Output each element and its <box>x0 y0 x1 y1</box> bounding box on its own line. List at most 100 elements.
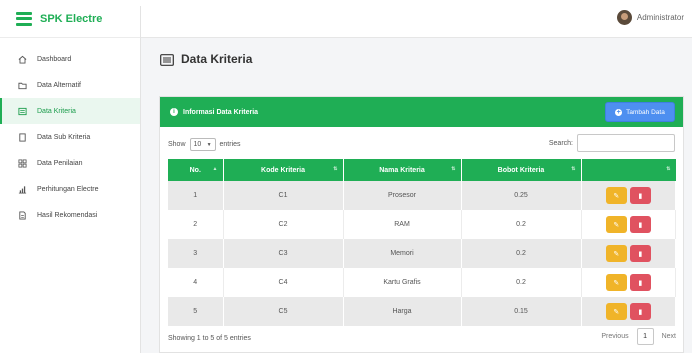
cell-nama: Prosesor <box>343 181 462 210</box>
edit-icon: ✎ <box>613 221 620 229</box>
table-controls: Show 10 ▼ entries Search: <box>160 127 683 157</box>
search-input[interactable] <box>577 134 675 152</box>
cell-bobot: 0.2 <box>461 268 582 297</box>
trash-icon: ▮ <box>638 221 643 229</box>
edit-button[interactable]: ✎ <box>605 187 627 204</box>
cell-no: 3 <box>168 239 224 268</box>
sidebar-item-perhitungan-electre[interactable]: Perhitungan Electre <box>0 176 140 202</box>
sidebar-item-label: Perhitungan Electre <box>37 185 99 193</box>
plus-icon: + <box>615 108 623 116</box>
sidebar-nav: Dashboard Data Alternatif Data Kriteria … <box>0 46 140 228</box>
edit-icon: ✎ <box>613 279 620 287</box>
cell-nama: Kartu Grafis <box>343 268 462 297</box>
table-row: 4 C4 Kartu Grafis 0.2 ✎ ▮ <box>168 268 676 297</box>
sidebar-item-label: Hasil Rekomendasi <box>37 211 98 219</box>
edit-button[interactable]: ✎ <box>605 303 627 320</box>
cell-bobot: 0.2 <box>461 210 582 239</box>
sort-icon: ⇅ <box>666 166 671 172</box>
sidebar-item-label: Dashboard <box>37 55 72 63</box>
sidebar-item-label: Data Kriteria <box>37 107 76 115</box>
cropped-top-edge <box>0 0 692 6</box>
sidebar-item-data-alternatif[interactable]: Data Alternatif <box>0 72 140 98</box>
cell-nama: Harga <box>343 297 462 326</box>
table-row: 2 C2 RAM 0.2 ✎ ▮ <box>168 210 676 239</box>
cell-nama: Memori <box>343 239 462 268</box>
pagination: Previous 1 Next <box>601 328 676 345</box>
kriteria-card: i Informasi Data Kriteria + Tambah Data … <box>159 96 684 353</box>
delete-button[interactable]: ▮ <box>629 245 651 262</box>
delete-button[interactable]: ▮ <box>629 303 651 320</box>
sidebar-item-data-kriteria[interactable]: Data Kriteria <box>0 98 140 124</box>
edit-button[interactable]: ✎ <box>605 274 627 291</box>
cell-actions: ✎ ▮ <box>581 181 676 210</box>
cell-no: 5 <box>168 297 224 326</box>
cell-actions: ✎ ▮ <box>581 268 676 297</box>
cell-kode: C2 <box>223 210 344 239</box>
cell-bobot: 0.15 <box>461 297 582 326</box>
sidebar-item-hasil-rekomendasi[interactable]: Hasil Rekomendasi <box>0 202 140 228</box>
card-header: i Informasi Data Kriteria + Tambah Data <box>160 97 683 127</box>
cell-actions: ✎ ▮ <box>581 239 676 268</box>
sidebar-item-label: Data Penilaian <box>37 159 83 167</box>
sidebar-item-label: Data Sub Kriteria <box>37 133 91 141</box>
next-page-button[interactable]: Next <box>662 333 676 340</box>
edit-icon: ✎ <box>613 192 620 200</box>
brand-name: SPK Electre <box>40 12 103 25</box>
cell-no: 4 <box>168 268 224 297</box>
entries-length: Show 10 ▼ entries <box>168 138 241 151</box>
edit-icon: ✎ <box>613 308 620 316</box>
entries-label: entries <box>219 141 241 148</box>
column-header-no[interactable]: No. ▲ <box>168 159 224 181</box>
table-header-row: No. ▲ Kode Kriteria ⇅ Nama Kriteria ⇅ Bobot… <box>168 159 676 181</box>
sidebar-item-label: Data Alternatif <box>37 81 81 89</box>
cell-actions: ✎ ▮ <box>581 210 676 239</box>
file-icon <box>18 132 27 142</box>
page-title: Data Kriteria <box>181 52 253 66</box>
table-row: 3 C3 Memori 0.2 ✎ ▮ <box>168 239 676 268</box>
page-header: Data Kriteria <box>160 52 252 66</box>
folder-icon <box>18 81 27 90</box>
bar-chart-icon <box>18 185 27 194</box>
column-header-nama[interactable]: Nama Kriteria ⇅ <box>343 159 462 181</box>
list-box-icon <box>160 53 174 66</box>
avatar <box>616 10 632 25</box>
sort-icon: ⇅ <box>451 166 456 172</box>
trash-icon: ▮ <box>638 192 643 200</box>
user-menu[interactable]: Administrator <box>616 10 684 25</box>
cell-bobot: 0.25 <box>461 181 582 210</box>
entries-info: Showing 1 to 5 of 5 entries <box>168 335 251 342</box>
cell-kode: C1 <box>223 181 344 210</box>
sidebar-item-data-sub-kriteria[interactable]: Data Sub Kriteria <box>0 124 140 150</box>
home-icon <box>18 55 27 64</box>
trash-icon: ▮ <box>638 250 643 258</box>
column-header-kode[interactable]: Kode Kriteria ⇅ <box>223 159 344 181</box>
kriteria-table: No. ▲ Kode Kriteria ⇅ Nama Kriteria ⇅ Bobot… <box>168 159 676 326</box>
edit-button[interactable]: ✎ <box>605 216 627 233</box>
cell-bobot: 0.2 <box>461 239 582 268</box>
delete-button[interactable]: ▮ <box>629 187 651 204</box>
brand-logo-icon <box>16 11 32 26</box>
cell-kode: C4 <box>223 268 344 297</box>
document-icon <box>18 210 27 220</box>
edit-button[interactable]: ✎ <box>605 245 627 262</box>
list-box-icon <box>18 107 27 116</box>
entries-select[interactable]: 10 ▼ <box>189 138 216 151</box>
sidebar: SPK Electre Dashboard Data Alternatif Da… <box>0 0 141 353</box>
sidebar-item-dashboard[interactable]: Dashboard <box>0 46 140 72</box>
grid-icon <box>18 158 27 168</box>
add-data-button[interactable]: + Tambah Data <box>605 102 675 122</box>
column-header-bobot[interactable]: Bobot Kriteria ⇅ <box>461 159 582 181</box>
delete-button[interactable]: ▮ <box>629 216 651 233</box>
user-name: Administrator <box>636 13 684 22</box>
sidebar-item-data-penilaian[interactable]: Data Penilaian <box>0 150 140 176</box>
delete-button[interactable]: ▮ <box>629 274 651 291</box>
previous-page-button[interactable]: Previous <box>601 333 628 340</box>
sort-icon: ⇅ <box>571 166 576 172</box>
cell-kode: C5 <box>223 297 344 326</box>
table-row: 5 C5 Harga 0.15 ✎ ▮ <box>168 297 676 326</box>
column-header-actions[interactable]: ⇅ <box>581 159 676 181</box>
sort-icon: ⇅ <box>333 166 338 172</box>
table-row: 1 C1 Prosesor 0.25 ✎ ▮ <box>168 181 676 210</box>
page-1-button[interactable]: 1 <box>636 328 654 345</box>
add-data-label: Tambah Data <box>626 108 665 116</box>
